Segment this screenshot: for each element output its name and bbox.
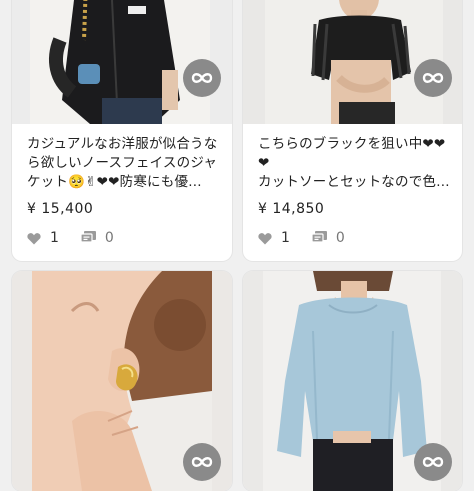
comment-icon[interactable] — [311, 231, 327, 245]
title-line: カジュアルなお洋服が似合うな — [27, 136, 218, 152]
product-card-3[interactable] — [12, 271, 232, 491]
product-title[interactable]: カジュアルなお洋服が似合うな ら欲しいノースフェイスのジャ ケット🥺✌❤❤防寒に… — [27, 135, 224, 192]
product-card-1[interactable]: カジュアルなお洋服が似合うな ら欲しいノースフェイスのジャ ケット🥺✌❤❤防寒に… — [12, 0, 232, 261]
infinity-icon — [422, 457, 444, 467]
product-title[interactable]: こちらのブラックを狙い中❤❤ ❤ カットソーとセットなので色… — [258, 135, 454, 192]
title-line: ら欲しいノースフェイスのジャ — [27, 155, 218, 171]
infinity-icon — [191, 73, 213, 83]
heart-icon[interactable] — [258, 232, 272, 245]
title-line: ケット🥺✌❤❤防寒にも優… — [27, 174, 202, 190]
title-line: カットソーとセットなので色… — [258, 174, 450, 190]
product-card-4[interactable] — [243, 271, 462, 491]
product-image-1[interactable] — [12, 0, 232, 124]
like-count: 1 — [281, 230, 290, 246]
infinity-badge[interactable] — [414, 443, 452, 481]
product-price: ¥ 14,850 — [258, 201, 325, 217]
product-stats: 1 0 — [27, 230, 136, 246]
product-image-4[interactable] — [243, 271, 462, 491]
infinity-badge[interactable] — [183, 59, 221, 97]
comment-count: 0 — [335, 230, 345, 246]
infinity-icon — [422, 73, 444, 83]
title-line: ❤ — [258, 155, 270, 171]
infinity-badge[interactable] — [183, 443, 221, 481]
product-stats: 1 0 — [258, 230, 367, 246]
infinity-badge[interactable] — [414, 59, 452, 97]
comment-icon[interactable] — [80, 231, 96, 245]
infinity-icon — [191, 457, 213, 467]
comment-count: 0 — [104, 230, 114, 246]
product-card-2[interactable]: こちらのブラックを狙い中❤❤ ❤ カットソーとセットなので色… ¥ 14,850… — [243, 0, 462, 261]
product-price: ¥ 15,400 — [27, 201, 94, 217]
product-image-3[interactable] — [12, 271, 232, 491]
like-count: 1 — [50, 230, 59, 246]
product-image-2[interactable] — [243, 0, 462, 124]
title-line: こちらのブラックを狙い中❤❤ — [258, 136, 446, 152]
heart-icon[interactable] — [27, 232, 41, 245]
